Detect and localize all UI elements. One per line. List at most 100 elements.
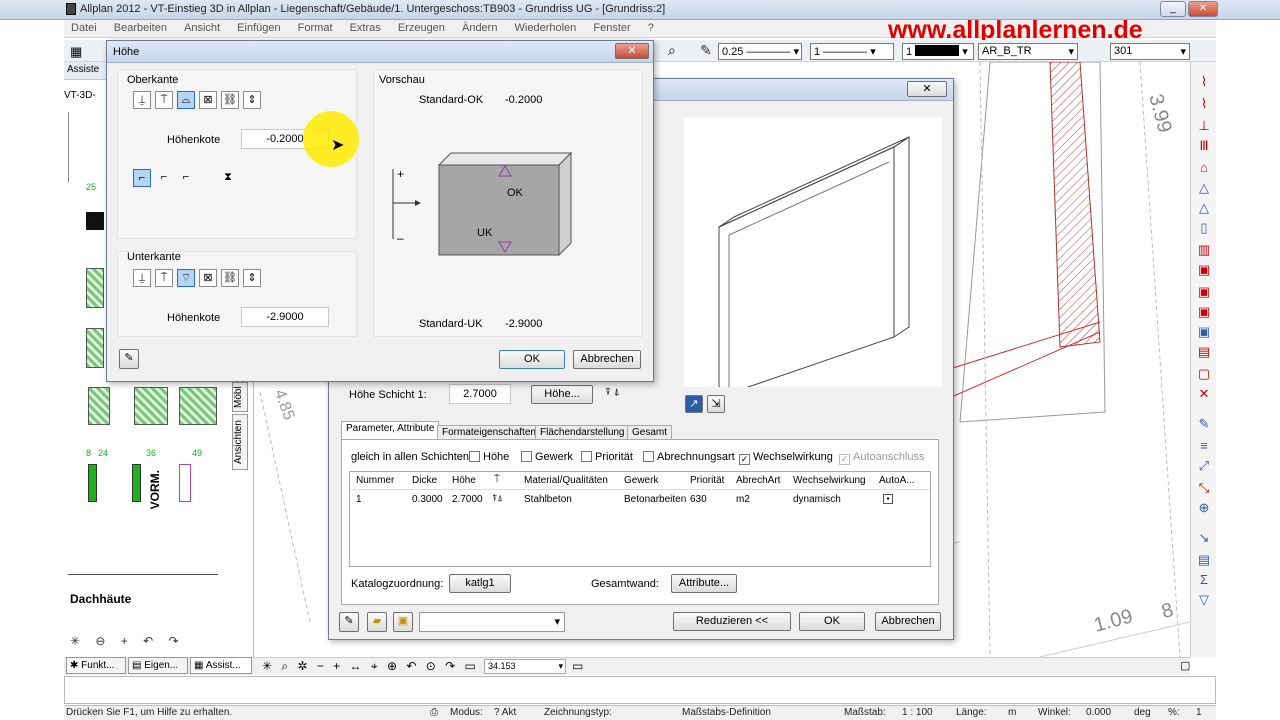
tool-icon[interactable]: ⊕ bbox=[1196, 500, 1212, 516]
checkbox[interactable] bbox=[469, 451, 480, 462]
nav-tools[interactable]: ✳ ⌕ ✲ − + ↔ ⌖ ⊕ ↶ ⊙ ↷ ▭ bbox=[262, 659, 479, 674]
menu-extras[interactable]: Extras bbox=[343, 20, 388, 36]
tool-icon[interactable]: ▯ bbox=[1196, 220, 1212, 236]
pipette-button[interactable]: ✎ bbox=[119, 349, 139, 369]
menu-ansicht[interactable]: Ansicht bbox=[177, 20, 227, 36]
menu-einfuegen[interactable]: Einfügen bbox=[230, 20, 287, 36]
checkbox[interactable]: ✓ bbox=[839, 454, 850, 465]
anchor-option[interactable]: ⛓ bbox=[221, 91, 239, 109]
col-header[interactable]: Nummer bbox=[356, 475, 394, 486]
pipette-icon[interactable]: ✎ bbox=[1196, 416, 1212, 432]
nav-end-icon[interactable]: ▢ bbox=[1180, 659, 1190, 672]
autoanschluss-checkbox[interactable]: ▪ bbox=[883, 494, 893, 504]
tool-icon[interactable]: ⊥ bbox=[1196, 118, 1212, 134]
height-ok-button[interactable]: OK bbox=[499, 350, 565, 369]
col-header[interactable]: AbrechArt bbox=[736, 475, 780, 486]
zoom-field[interactable]: 34.153 ▾ bbox=[484, 659, 566, 674]
chk-prioritaet[interactable]: Priorität bbox=[581, 451, 633, 463]
transfer-button[interactable]: ⇲ bbox=[707, 395, 725, 413]
wall-ok-button[interactable]: OK bbox=[799, 612, 865, 631]
tool-icon[interactable]: ▦ bbox=[70, 44, 82, 60]
tool-icon[interactable]: ⌂ bbox=[1196, 160, 1212, 176]
reduzieren-button[interactable]: Reduzieren << bbox=[673, 612, 791, 631]
search-icon[interactable]: ⌕ bbox=[668, 42, 676, 59]
katalog-button[interactable]: katlg1 bbox=[449, 574, 511, 593]
anchor-option[interactable]: ⊠ bbox=[199, 91, 217, 109]
side-tab-ansichten[interactable]: Ansichten bbox=[232, 414, 248, 470]
col-header[interactable]: Wechselwirkung bbox=[793, 475, 866, 486]
tool-icon[interactable]: ⤡ bbox=[1196, 480, 1212, 496]
anchor-option[interactable]: ⍑ bbox=[155, 269, 173, 287]
anchor-option[interactable]: ⍊ bbox=[133, 91, 151, 109]
save-icon[interactable]: ▣ bbox=[393, 612, 413, 632]
tool-icon[interactable]: ▣ bbox=[1196, 284, 1212, 300]
tool-icon[interactable]: ▥ bbox=[1196, 242, 1212, 258]
anchor-option-selected[interactable]: ⌔ bbox=[177, 269, 195, 287]
door-symbol[interactable] bbox=[88, 464, 97, 502]
door-symbol[interactable] bbox=[179, 464, 191, 502]
col-header[interactable]: Gewerk bbox=[624, 475, 658, 486]
anchor-option[interactable]: ⛓ bbox=[221, 269, 239, 287]
status-percent-value[interactable]: 1 bbox=[1196, 707, 1202, 718]
col-header[interactable]: Höhe bbox=[452, 475, 476, 486]
tool-icon[interactable]: ⌇ bbox=[1196, 96, 1212, 112]
anchor-option-selected[interactable]: ⌓ bbox=[177, 91, 195, 109]
anchor-option[interactable]: ⇕ bbox=[243, 91, 261, 109]
close-icon[interactable]: ✕ bbox=[1196, 386, 1212, 402]
tool-icon[interactable]: ▤ bbox=[1196, 344, 1212, 360]
wall-symbol[interactable] bbox=[88, 387, 110, 425]
col-header[interactable]: Material/Qualitäten bbox=[524, 475, 608, 486]
status-laenge-value[interactable]: m bbox=[1008, 707, 1016, 718]
pick-button[interactable]: ↗ bbox=[685, 395, 703, 413]
tab-assistent[interactable]: ▦ Assist... bbox=[190, 657, 252, 674]
table-row[interactable]: 1 0.3000 2.7000 ⍒⍋ Stahlbeton Betonarbei… bbox=[350, 492, 930, 508]
tool-icon[interactable]: ≡ bbox=[1196, 438, 1212, 454]
height-dialog-close-button[interactable]: ✕ bbox=[615, 43, 649, 59]
height-cancel-button[interactable]: Abbrechen bbox=[573, 350, 641, 369]
tab-parameter[interactable]: Parameter, Attribute bbox=[341, 421, 440, 439]
hoehe-schicht-field[interactable]: 2.7000 bbox=[449, 384, 511, 404]
menu-datei[interactable]: Datei bbox=[64, 20, 104, 36]
menu-help[interactable]: ? bbox=[641, 20, 661, 36]
wall-symbol[interactable] bbox=[134, 387, 168, 425]
tool-icon[interactable]: Ⅲ bbox=[1196, 138, 1212, 154]
color-select[interactable]: 1 ▾ bbox=[902, 43, 974, 60]
tool-icon[interactable]: Σ bbox=[1196, 572, 1212, 588]
nav-tool-icon[interactable]: ▭ bbox=[572, 659, 583, 673]
status-massstabs-definition[interactable]: Maßstabs-Definition bbox=[682, 707, 771, 718]
chk-wechselwirkung[interactable]: ✓ Wechselwirkung bbox=[739, 451, 833, 465]
hoehe-button[interactable]: Höhe... bbox=[531, 385, 593, 404]
chk-gewerk[interactable]: Gewerk bbox=[521, 451, 573, 463]
wall-symbol[interactable] bbox=[86, 268, 104, 308]
status-winkel-value[interactable]: 0.000 bbox=[1086, 707, 1111, 718]
attach-option[interactable]: ⌐ bbox=[177, 169, 195, 187]
attribute-button[interactable]: Attribute... bbox=[671, 574, 737, 593]
tool-icon[interactable]: ▣ bbox=[1196, 304, 1212, 320]
layer-select[interactable]: AR_B_TR ▾ bbox=[978, 43, 1078, 60]
minimize-button[interactable]: _ bbox=[1160, 1, 1186, 17]
attach-option[interactable]: ⌐ bbox=[155, 169, 173, 187]
roof-symbol[interactable] bbox=[68, 574, 218, 640]
menu-erzeugen[interactable]: Erzeugen bbox=[391, 20, 452, 36]
side-tab-moebel[interactable]: Möbl bbox=[232, 382, 248, 412]
wall-symbol[interactable] bbox=[179, 387, 217, 425]
folder-icon[interactable]: ▰ bbox=[367, 612, 387, 632]
favorites-select[interactable]: ▾ bbox=[419, 612, 565, 632]
menu-bearbeiten[interactable]: Bearbeiten bbox=[107, 20, 174, 36]
wall-dialog-close-button[interactable]: ✕ bbox=[907, 81, 947, 97]
anchor-option[interactable]: ⍊ bbox=[133, 269, 151, 287]
chk-autoanschluss[interactable]: ✓ Autoanschluss bbox=[839, 451, 925, 465]
status-zeichnungstyp[interactable]: Zeichnungstyp: bbox=[544, 707, 612, 718]
tab-eigenschaften[interactable]: ▤ Eigen... bbox=[128, 657, 188, 674]
menu-format[interactable]: Format bbox=[291, 20, 340, 36]
tool-icon[interactable]: ▣ bbox=[1196, 324, 1212, 340]
checkbox[interactable] bbox=[581, 451, 592, 462]
tool-icon[interactable]: △ bbox=[1196, 180, 1212, 196]
symbol-item[interactable] bbox=[86, 212, 104, 230]
chk-abrechnungsart[interactable]: Abrechnungsart bbox=[643, 451, 735, 463]
tool-icon[interactable]: ↘ bbox=[1196, 530, 1212, 546]
pen-thickness-select[interactable]: 0.25 ———— ▾ bbox=[718, 43, 802, 60]
tool-icon[interactable]: ▢ bbox=[1196, 366, 1212, 382]
attach-option-selected[interactable]: ⌐ bbox=[133, 169, 151, 187]
checkbox[interactable] bbox=[643, 451, 654, 462]
